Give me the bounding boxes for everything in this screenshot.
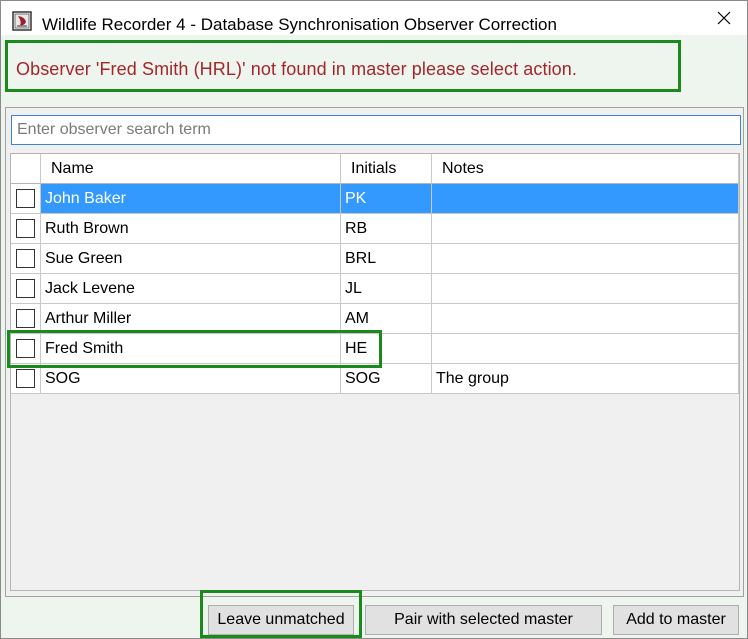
observer-initials: JL <box>341 274 432 304</box>
observer-correction-window: Wildlife Recorder 4 - Database Synchroni… <box>0 0 748 639</box>
add-to-master-button[interactable]: Add to master <box>613 605 739 635</box>
observer-initials: AM <box>341 304 432 334</box>
observer-initials: PK <box>341 184 432 214</box>
row-checkbox[interactable] <box>16 189 35 208</box>
observer-grid: Name Initials Notes John Baker PK Ruth B… <box>7 153 740 591</box>
table-row[interactable]: Ruth Brown RB <box>11 214 739 244</box>
observer-notes <box>432 334 739 364</box>
status-message: Observer 'Fred Smith (HRL)' not found in… <box>16 59 578 79</box>
table-row[interactable]: Jack Levene JL <box>11 274 739 304</box>
header-checkbox-column <box>11 154 41 184</box>
row-checkbox[interactable] <box>16 249 35 268</box>
observer-notes: The group <box>432 364 739 394</box>
header-notes[interactable]: Notes <box>432 154 739 184</box>
row-checkbox-cell <box>11 214 41 244</box>
observer-name: John Baker <box>41 184 341 214</box>
observer-name: Ruth Brown <box>41 214 341 244</box>
row-checkbox[interactable] <box>16 219 35 238</box>
observer-initials: SOG <box>341 364 432 394</box>
observer-notes <box>432 184 739 214</box>
observer-search-input[interactable] <box>11 115 741 145</box>
table-row[interactable]: Fred Smith HE <box>11 334 739 364</box>
grid-header: Name Initials Notes <box>11 154 739 184</box>
observer-name: Sue Green <box>41 244 341 274</box>
observer-panel: Name Initials Notes John Baker PK Ruth B… <box>5 107 744 597</box>
observer-notes <box>432 304 739 334</box>
row-checkbox-cell <box>11 364 41 394</box>
header-name[interactable]: Name <box>41 154 341 184</box>
message-highlight-box: Observer 'Fred Smith (HRL)' not found in… <box>5 40 681 92</box>
observer-name: SOG <box>41 364 341 394</box>
row-checkbox[interactable] <box>16 309 35 328</box>
row-checkbox[interactable] <box>16 369 35 388</box>
table-row[interactable]: Sue Green BRL <box>11 244 739 274</box>
header-initials[interactable]: Initials <box>341 154 432 184</box>
row-checkbox[interactable] <box>16 339 35 358</box>
row-checkbox-cell <box>11 334 41 364</box>
observer-initials: HE <box>341 334 432 364</box>
wildlife-recorder-app-icon <box>12 11 32 31</box>
row-checkbox[interactable] <box>16 279 35 298</box>
observer-name: Fred Smith <box>41 334 341 364</box>
row-checkbox-cell <box>11 184 41 214</box>
table-row[interactable]: John Baker PK <box>11 184 739 214</box>
title-bar: Wildlife Recorder 4 - Database Synchroni… <box>1 1 747 35</box>
observer-name: Arthur Miller <box>41 304 341 334</box>
window-title: Wildlife Recorder 4 - Database Synchroni… <box>42 15 557 34</box>
observer-name: Jack Levene <box>41 274 341 304</box>
table-row[interactable]: Arthur Miller AM <box>11 304 739 334</box>
leave-unmatched-button[interactable]: Leave unmatched <box>208 605 354 635</box>
observer-notes <box>432 214 739 244</box>
observer-initials: RB <box>341 214 432 244</box>
close-button[interactable] <box>701 1 747 35</box>
row-checkbox-cell <box>11 304 41 334</box>
observer-notes <box>432 244 739 274</box>
observer-initials: BRL <box>341 244 432 274</box>
table-row[interactable]: SOG SOG The group <box>11 364 739 394</box>
row-checkbox-cell <box>11 274 41 304</box>
close-icon <box>717 11 731 25</box>
row-checkbox-cell <box>11 244 41 274</box>
observer-notes <box>432 274 739 304</box>
pair-with-selected-master-button[interactable]: Pair with selected master <box>365 605 602 635</box>
